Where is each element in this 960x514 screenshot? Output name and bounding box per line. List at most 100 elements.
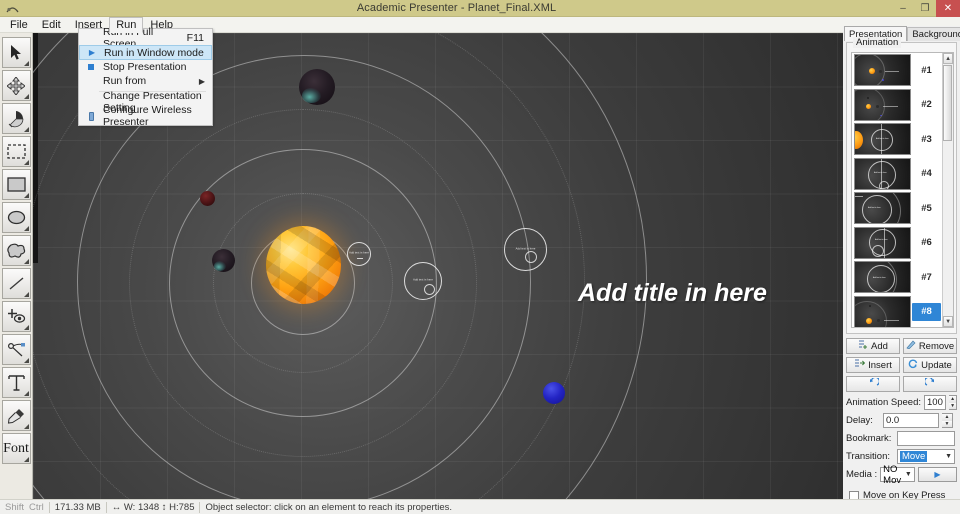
minimize-button[interactable]: –: [892, 0, 914, 17]
rectangle-tool[interactable]: [1, 169, 31, 200]
annotation-outer[interactable]: Add text in here: [504, 228, 547, 271]
select-arrow-tool[interactable]: [1, 37, 31, 68]
list-item[interactable]: Add text in here #6: [852, 226, 942, 261]
undo-redo-row: [846, 376, 957, 392]
media-play-button[interactable]: ▶: [917, 467, 957, 482]
menu-edit[interactable]: Edit: [35, 17, 68, 33]
planet-dark-teal-upper[interactable]: [299, 69, 335, 105]
transition-select[interactable]: Move ▼: [897, 449, 955, 464]
menu-item-label: Configure Wireless Presenter: [103, 104, 192, 128]
animation-list[interactable]: #1 #2 Add text in here #3 Add text here …: [851, 52, 954, 328]
remove-button-label: Remove: [918, 340, 955, 352]
animation-index: #4: [921, 168, 932, 180]
scroll-up-button[interactable]: ▲: [943, 53, 953, 64]
bookmark-label: Bookmark:: [846, 433, 892, 444]
node-handle-icon: [7, 341, 26, 358]
move-cross-icon: [7, 76, 25, 95]
app-icon: [3, 1, 21, 16]
menu-item-run-full-screen[interactable]: Run in Full Screen F11: [79, 26, 212, 50]
status-hint: Object selector: click on an element to …: [205, 501, 453, 513]
annotation-mid-label: Add text in here: [413, 278, 433, 282]
line-tool[interactable]: [1, 268, 31, 299]
animation-speed-input[interactable]: 100: [924, 395, 947, 410]
media-select[interactable]: NO Mov ▼: [880, 464, 915, 486]
text-t-icon: [7, 374, 25, 392]
text-tool[interactable]: [1, 367, 31, 398]
list-item[interactable]: Add text in here #5: [852, 191, 942, 226]
annotation-outer-label: Add text in here: [515, 247, 536, 251]
list-item[interactable]: #2: [852, 88, 942, 123]
insert-update-row: Insert Update: [846, 357, 957, 373]
run-menu-dropdown: Run in Full Screen F11 ▶ Run in Window m…: [78, 26, 213, 128]
eyedropper-tool[interactable]: [1, 400, 31, 431]
animation-list-scrollbar[interactable]: ▲ ▼: [942, 53, 953, 327]
annotation-inner[interactable]: Add text in here: [347, 242, 371, 266]
bookmark-input[interactable]: [897, 431, 955, 446]
remove-button[interactable]: Remove: [903, 338, 957, 354]
planet-red-mid[interactable]: [200, 191, 215, 206]
ellipse-tool[interactable]: [1, 202, 31, 233]
blob-icon: [6, 243, 26, 259]
menu-run[interactable]: Run: [109, 16, 144, 33]
menu-item-configure-wireless-presenter[interactable]: Configure Wireless Presenter: [79, 104, 212, 128]
undo-arrow-icon: [868, 376, 880, 390]
menu-item-run-from[interactable]: Run from ▶: [79, 74, 212, 88]
add-point-tool[interactable]: [1, 301, 31, 332]
scrollbar-thumb[interactable]: [943, 65, 952, 141]
add-button-label: Add: [871, 340, 888, 352]
insert-button[interactable]: Insert: [846, 357, 900, 373]
sun-object[interactable]: [266, 226, 341, 304]
tab-background[interactable]: Background: [907, 27, 960, 41]
status-memory: 171.33 MB: [54, 501, 101, 513]
marquee-select-tool[interactable]: [1, 136, 31, 167]
animation-speed-row: Animation Speed: 100 ▲ ▼: [846, 395, 957, 410]
redo-arrow-icon: [923, 376, 936, 390]
rotate-tool[interactable]: [1, 103, 31, 134]
move-tool[interactable]: [1, 70, 31, 101]
list-item[interactable]: #1: [852, 53, 942, 88]
animation-group-title: Animation: [853, 37, 902, 48]
menu-item-stop-presentation[interactable]: Stop Presentation: [79, 60, 212, 74]
undo-button[interactable]: [846, 376, 900, 392]
annotation-mid[interactable]: Add text in here: [404, 262, 442, 300]
planet-glow: [301, 88, 321, 103]
add-icon: [858, 340, 868, 352]
menu-file[interactable]: File: [3, 17, 35, 33]
menu-item-label: Run from: [103, 75, 147, 87]
annotation-inner-ring: [424, 284, 435, 295]
menu-item-run-window-mode[interactable]: ▶ Run in Window mode: [79, 45, 212, 60]
delay-input[interactable]: 0.0: [883, 413, 939, 428]
curve-node-tool[interactable]: [1, 334, 31, 365]
menu-item-accelerator: F11: [186, 32, 204, 44]
list-item[interactable]: #8: [852, 295, 942, 327]
animation-thumbnail: Add text in here: [854, 123, 911, 156]
planet-blue-outer[interactable]: [543, 382, 565, 404]
animation-speed-stepper[interactable]: ▲ ▼: [949, 395, 957, 410]
planet-dark-teal-lower[interactable]: [212, 249, 235, 272]
list-item[interactable]: Add text in here #3: [852, 122, 942, 157]
animation-thumbnail: Add text in here: [854, 226, 911, 259]
media-row: Media : NO Mov ▼ ▶: [846, 464, 957, 486]
animation-index: #2: [921, 99, 932, 111]
restore-button[interactable]: ❐: [914, 0, 936, 17]
animation-controls: Add Remove Insert Update Animation Speed…: [843, 338, 960, 501]
list-item[interactable]: Add text in here #4: [852, 157, 942, 192]
freeform-shape-tool[interactable]: [1, 235, 31, 266]
stepper-down[interactable]: ▼: [949, 402, 956, 409]
delay-stepper[interactable]: ▲ ▼: [942, 413, 953, 428]
application-window: Academic Presenter - Planet_Final.XML – …: [0, 0, 960, 514]
update-button[interactable]: Update: [903, 357, 957, 373]
add-button[interactable]: Add: [846, 338, 900, 354]
rectangle-icon: [6, 177, 26, 192]
animation-thumbnail: Add text in here: [854, 192, 911, 225]
redo-button[interactable]: [903, 376, 957, 392]
close-button[interactable]: ✕: [936, 0, 960, 17]
font-tool[interactable]: Font: [1, 433, 31, 464]
stepper-down[interactable]: ▼: [942, 420, 952, 427]
stage-title-text[interactable]: Add title in here: [578, 279, 767, 308]
animation-index: #1: [921, 64, 932, 76]
list-item[interactable]: Add text in here #7: [852, 260, 942, 295]
animation-index: #6: [921, 237, 932, 249]
add-remove-row: Add Remove: [846, 338, 957, 354]
scroll-down-button[interactable]: ▼: [943, 316, 953, 327]
